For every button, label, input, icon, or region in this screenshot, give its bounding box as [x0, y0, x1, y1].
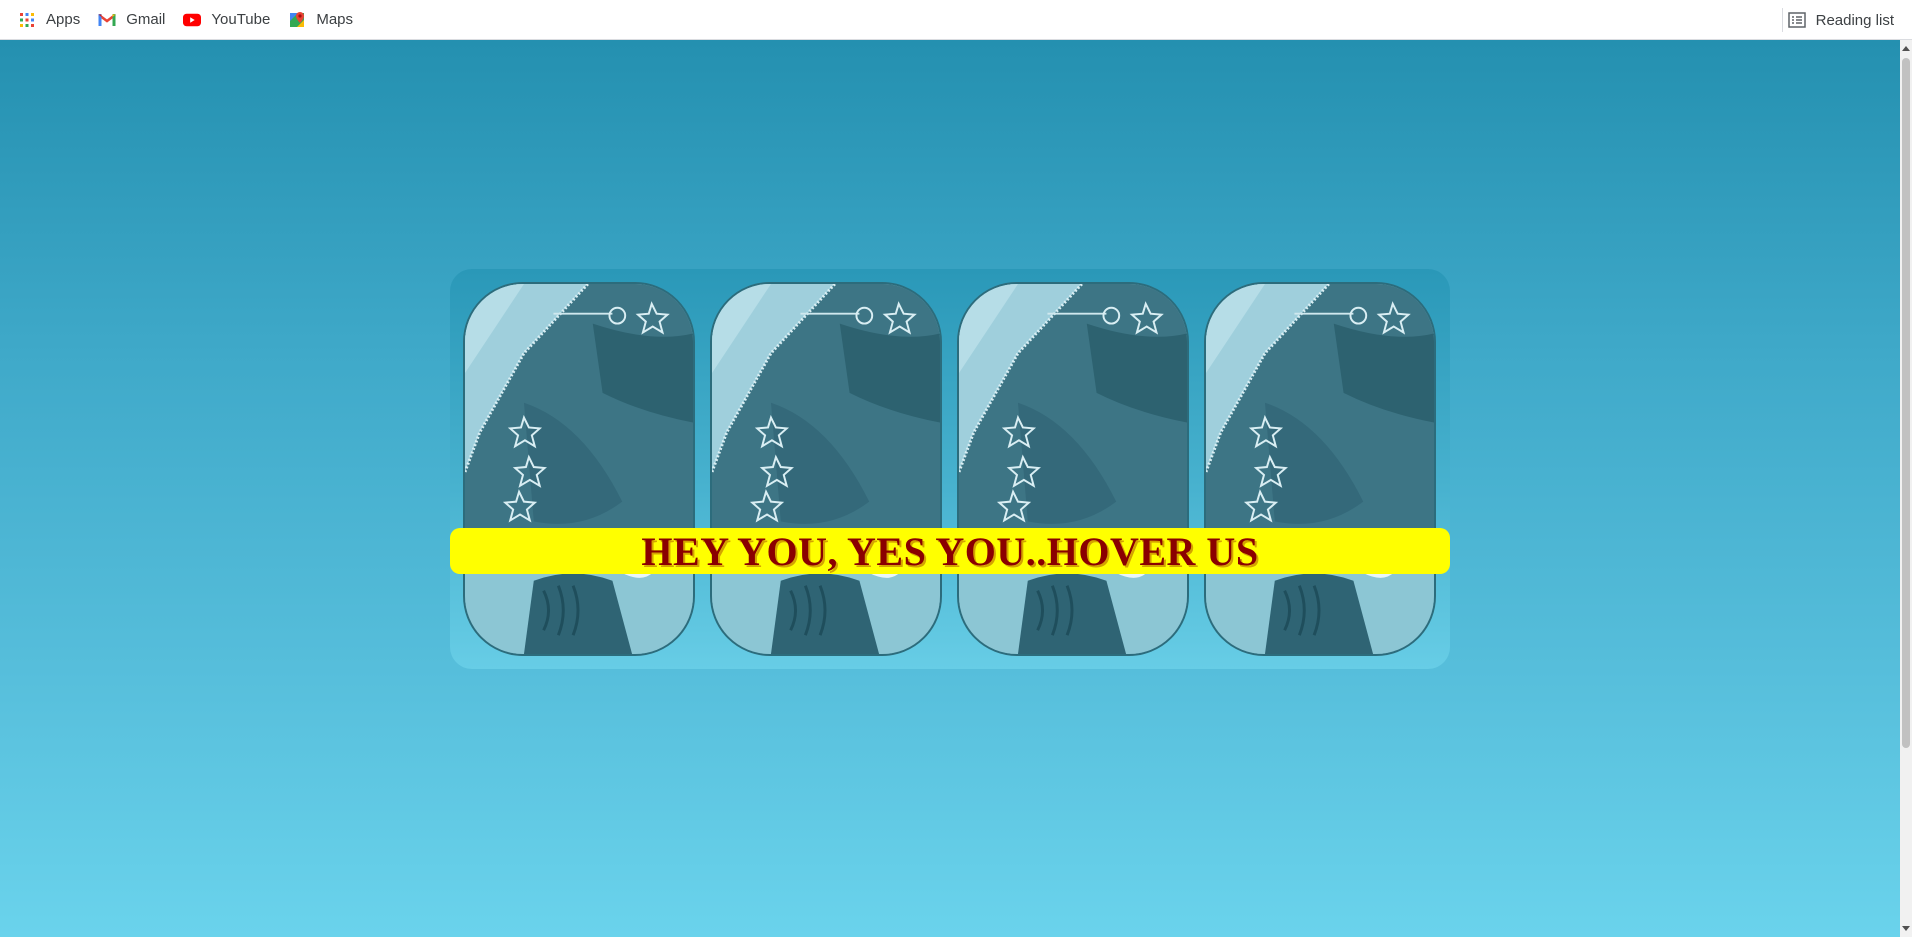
photo-gallery [450, 269, 1450, 669]
gmail-icon [98, 11, 116, 29]
scroll-down-arrow-icon[interactable] [1900, 921, 1912, 937]
banner-text: HEY YOU, YES YOU..HOVER US [641, 528, 1259, 574]
scrollbar-thumb[interactable] [1902, 58, 1910, 748]
photo-card-1[interactable] [463, 282, 695, 656]
youtube-icon [183, 11, 202, 29]
photo-card-2[interactable] [710, 282, 942, 656]
bookmark-label: Apps [46, 11, 81, 28]
bookmark-label: Maps [316, 11, 354, 28]
reading-list-label: Reading list [1815, 11, 1894, 29]
photo-image [465, 284, 693, 654]
bookmark-apps[interactable]: Apps [10, 5, 88, 35]
bookmark-label: YouTube [211, 11, 271, 28]
hover-banner: HEY YOU, YES YOU..HOVER US [450, 528, 1450, 574]
bookmark-maps[interactable]: Maps [280, 5, 361, 35]
photo-card-3[interactable] [957, 282, 1189, 656]
photo-image [712, 284, 940, 654]
bookmark-label: Gmail [126, 11, 166, 28]
photo-image [959, 284, 1187, 654]
photo-image [1206, 284, 1434, 654]
maps-icon [288, 11, 306, 29]
bookmark-gmail[interactable]: Gmail [90, 5, 173, 35]
apps-grid-icon [18, 11, 36, 29]
bookmarks-bar: Apps Gmail YouTube Maps Reading list [0, 0, 1912, 40]
vertical-scrollbar[interactable] [1900, 40, 1912, 937]
scroll-up-arrow-icon[interactable] [1900, 40, 1912, 56]
bookmark-youtube[interactable]: YouTube [175, 5, 278, 35]
photo-card-4[interactable] [1204, 282, 1436, 656]
reading-list-icon [1787, 11, 1806, 29]
reading-list-button[interactable]: Reading list [1780, 5, 1902, 35]
